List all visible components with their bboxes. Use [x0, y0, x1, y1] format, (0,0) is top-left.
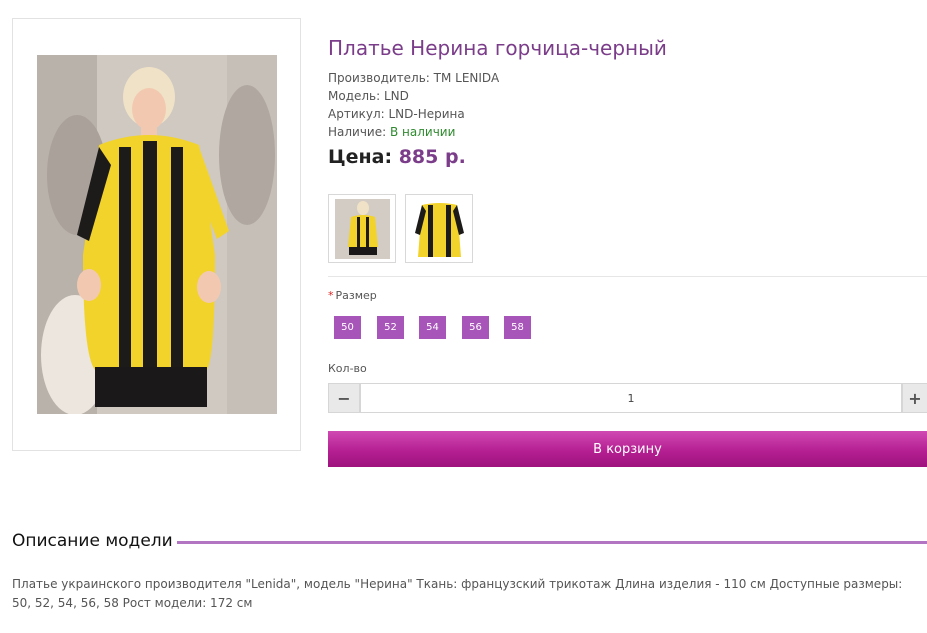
add-to-cart-button[interactable]: В корзину	[328, 431, 927, 467]
manufacturer-text: Производитель: TM LENIDA	[328, 71, 500, 85]
options-divider	[328, 276, 927, 277]
size-label-text: Размер	[335, 289, 377, 302]
quantity-input[interactable]	[360, 383, 902, 413]
minus-icon: −	[337, 388, 351, 408]
quantity-label: Кол-во	[328, 362, 367, 375]
model-text: Модель: LND	[328, 89, 409, 103]
size-option-58[interactable]: 58	[504, 316, 531, 339]
product-title: Платье Нерина горчица-черный	[328, 36, 667, 60]
thumbnail-1[interactable]	[328, 194, 396, 263]
thumbnail-1-image	[335, 199, 390, 259]
availability-status: В наличии	[389, 125, 456, 139]
thumbnail-2[interactable]	[405, 194, 473, 263]
description-heading-line	[177, 541, 927, 544]
size-option-50[interactable]: 50	[334, 316, 361, 339]
thumbnail-2-illustration	[412, 199, 467, 259]
availability-label: Наличие:	[328, 125, 390, 139]
dress-photo-illustration	[37, 55, 277, 414]
quantity-decrease-button[interactable]: −	[328, 383, 360, 413]
description-text: Платье украинского производителя "Lenida…	[12, 577, 903, 610]
required-mark: *	[328, 289, 334, 302]
price-value: 885 р.	[398, 146, 466, 168]
plus-icon: +	[908, 388, 922, 408]
quantity-stepper: − +	[328, 383, 927, 413]
size-label: * Размер	[328, 289, 377, 302]
sku-text: Артикул: LND-Нерина	[328, 107, 465, 121]
description-heading: Описание модели	[12, 531, 173, 551]
size-option-56[interactable]: 56	[462, 316, 489, 339]
thumbnail-2-image	[412, 199, 467, 259]
availability-row: Наличие: В наличии	[328, 123, 455, 141]
product-main-photo[interactable]	[37, 55, 277, 414]
main-image-frame[interactable]	[12, 18, 301, 451]
size-option-54[interactable]: 54	[419, 316, 446, 339]
quantity-increase-button[interactable]: +	[902, 383, 927, 413]
size-option-52[interactable]: 52	[377, 316, 404, 339]
thumbnail-1-illustration	[335, 199, 390, 259]
price-row: Цена: 885 р.	[328, 146, 466, 168]
price-label: Цена:	[328, 146, 399, 168]
